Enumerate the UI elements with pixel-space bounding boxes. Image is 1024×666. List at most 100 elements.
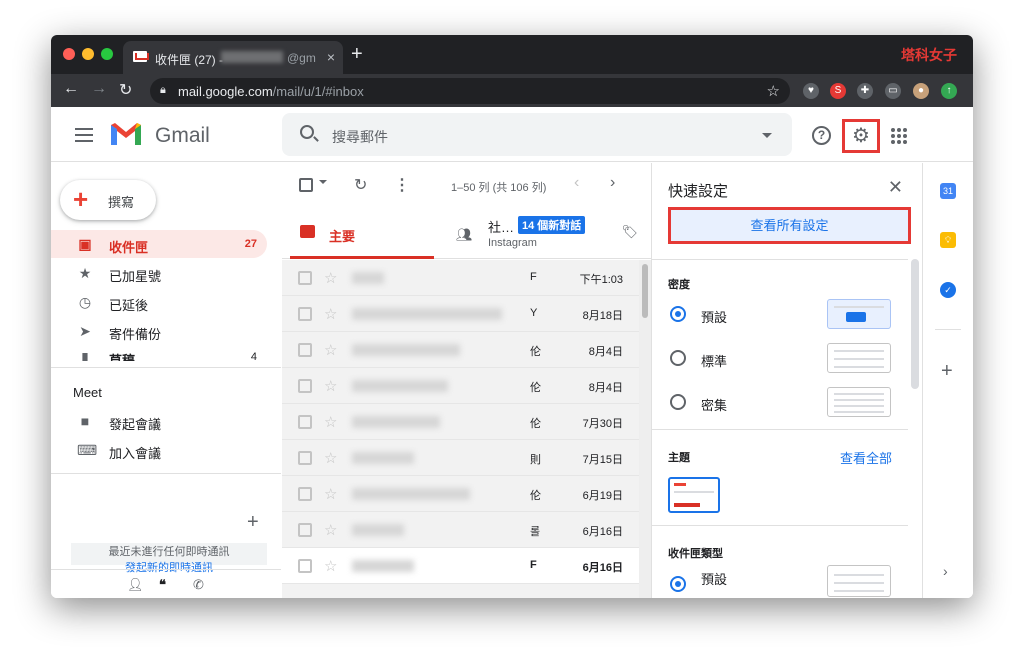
- table-row[interactable]: ☆ 伦 7月30日: [282, 404, 651, 440]
- close-icon[interactable]: ✕: [888, 177, 903, 198]
- omnibox[interactable]: 🔒︎ mail.google.com/mail/u/1/#inbox ☆: [150, 78, 790, 104]
- row-checkbox[interactable]: [298, 523, 312, 537]
- table-row[interactable]: ☆ 則 7月15日: [282, 440, 651, 476]
- back-icon[interactable]: ←: [63, 80, 79, 98]
- extension-s-icon[interactable]: S: [830, 83, 846, 99]
- main-menu-icon[interactable]: [75, 134, 93, 136]
- new-tab-button[interactable]: +: [351, 43, 363, 66]
- meet-item-label: 加入會議: [109, 446, 162, 461]
- meet-new-meeting[interactable]: ■ 發起會議: [51, 407, 267, 435]
- row-checkbox[interactable]: [298, 343, 312, 357]
- mail-scrollbar[interactable]: [639, 260, 651, 598]
- phone-icon[interactable]: ✆: [193, 577, 204, 593]
- hangouts-icon[interactable]: ❝: [159, 577, 166, 593]
- help-icon[interactable]: ?: [812, 126, 831, 145]
- calendar-icon[interactable]: 31: [940, 183, 956, 199]
- density-comfortable-radio[interactable]: [670, 350, 686, 366]
- expand-panel-icon[interactable]: ›: [943, 563, 948, 579]
- table-row[interactable]: ☆ 伦 8月4日: [282, 368, 651, 404]
- tasks-icon[interactable]: ✓: [940, 282, 956, 298]
- star-toggle-icon[interactable]: ☆: [324, 341, 337, 359]
- inbox-type-default-radio[interactable]: [670, 576, 686, 592]
- theme-view-all-link[interactable]: 查看全部: [840, 448, 892, 467]
- table-row[interactable]: ☆ F 6月16日: [282, 548, 651, 584]
- select-dropdown-icon[interactable]: [319, 180, 327, 184]
- theme-heading: 主題: [668, 452, 690, 464]
- hangouts-add-icon[interactable]: +: [247, 511, 259, 534]
- tab-primary[interactable]: 主要: [290, 207, 434, 259]
- table-row[interactable]: ☆ F 下午1:03: [282, 260, 651, 296]
- meet-join-meeting[interactable]: ⌨ 加入會議: [51, 436, 267, 464]
- tab-social[interactable]: 👥︎ 社… 14 個新對話 Instagram 🏷︎: [452, 207, 642, 259]
- quick-settings-scrollbar[interactable]: [911, 259, 919, 389]
- settings-gear-icon[interactable]: ⚙: [842, 119, 880, 153]
- star-toggle-icon[interactable]: ☆: [324, 377, 337, 395]
- sidebar-item-sent[interactable]: ➤ 寄件備份: [51, 317, 267, 345]
- minimize-window-button[interactable]: [82, 48, 94, 60]
- inbox-type-default-thumbnail[interactable]: [827, 565, 891, 597]
- update-icon[interactable]: ↑: [941, 83, 957, 99]
- sidebar-item-snoozed[interactable]: ◷ 已延後: [51, 288, 267, 316]
- row-checkbox[interactable]: [298, 487, 312, 501]
- close-tab-icon[interactable]: ×: [327, 49, 335, 65]
- density-compact-radio[interactable]: [670, 394, 686, 410]
- next-page-icon[interactable]: ›: [610, 174, 615, 192]
- prev-page-icon[interactable]: ‹: [574, 174, 579, 192]
- table-row[interactable]: ☆ 伦 6月19日: [282, 476, 651, 512]
- refresh-icon[interactable]: ↻: [354, 175, 367, 195]
- star-toggle-icon[interactable]: ☆: [324, 269, 337, 287]
- keyboard-icon: ⌨: [77, 442, 98, 458]
- sidebar-item-label: 已加星號: [109, 269, 162, 284]
- row-checkbox[interactable]: [298, 415, 312, 429]
- apps-grid-icon[interactable]: [891, 128, 907, 144]
- more-icon[interactable]: ⋮: [394, 175, 410, 195]
- density-compact-thumbnail[interactable]: [827, 387, 891, 417]
- keep-icon[interactable]: 💡︎: [940, 232, 956, 248]
- star-toggle-icon[interactable]: ☆: [324, 557, 337, 575]
- row-checkbox[interactable]: [298, 559, 312, 573]
- cast-icon[interactable]: ▭: [885, 83, 901, 99]
- mail-toolbar: ↻ ⋮ 1–50 列 (共 106 列) ‹ ›: [282, 163, 651, 207]
- star-toggle-icon[interactable]: ☆: [324, 449, 337, 467]
- sidebar-item-starred[interactable]: ★ 已加星號: [51, 259, 267, 287]
- star-toggle-icon[interactable]: ☆: [324, 521, 337, 539]
- inbox-type-default-label: 預設: [701, 572, 728, 587]
- row-checkbox[interactable]: [298, 379, 312, 393]
- star-toggle-icon[interactable]: ☆: [324, 413, 337, 431]
- search-input[interactable]: 搜尋郵件: [332, 127, 388, 147]
- density-default-radio[interactable]: [670, 306, 686, 322]
- density-comfortable-thumbnail[interactable]: [827, 343, 891, 373]
- table-row[interactable]: ☆ 롤 6月16日: [282, 512, 651, 548]
- table-row[interactable]: ☆ Y 8月18日: [282, 296, 651, 332]
- maximize-window-button[interactable]: [101, 48, 113, 60]
- select-all-checkbox[interactable]: [299, 178, 313, 192]
- star-toggle-icon[interactable]: ☆: [324, 305, 337, 323]
- row-checkbox[interactable]: [298, 451, 312, 465]
- theme-default-thumbnail[interactable]: [668, 477, 720, 513]
- row-checkbox[interactable]: [298, 307, 312, 321]
- compose-button[interactable]: + 撰寫: [60, 180, 156, 220]
- browser-tab-gmail[interactable]: 收件匣 (27) - @gm ×: [123, 41, 343, 74]
- view-all-settings-button[interactable]: 查看所有設定: [668, 207, 911, 244]
- quick-settings-title: 快速設定: [668, 183, 729, 200]
- search-options-icon[interactable]: [762, 133, 772, 138]
- puzzle-extensions-icon[interactable]: ✚: [857, 83, 873, 99]
- table-row[interactable]: ☆ 伦 8月4日: [282, 332, 651, 368]
- profile-avatar[interactable]: ●: [913, 83, 929, 99]
- search-bar[interactable]: 搜尋郵件: [282, 113, 792, 156]
- density-default-thumbnail[interactable]: [827, 299, 891, 329]
- pocket-extension-icon[interactable]: ♥: [803, 83, 819, 99]
- forward-icon[interactable]: →: [91, 80, 107, 98]
- reload-icon[interactable]: ↻: [119, 80, 132, 100]
- sidebar-item-inbox[interactable]: ▣ 收件匣 27: [51, 230, 267, 258]
- category-tabs: 主要 👥︎ 社… 14 個新對話 Instagram 🏷︎: [282, 207, 651, 259]
- address-bar-row: ← → ↻ 🔒︎ mail.google.com/mail/u/1/#inbox…: [51, 74, 973, 107]
- search-icon[interactable]: [300, 125, 314, 139]
- person-icon[interactable]: 👤︎: [127, 577, 144, 593]
- bookmark-star-icon[interactable]: ☆: [767, 82, 780, 100]
- get-addons-icon[interactable]: +: [941, 360, 953, 383]
- sidebar-item-drafts[interactable]: ▮ 草稿 4: [51, 343, 267, 361]
- close-window-button[interactable]: [63, 48, 75, 60]
- star-toggle-icon[interactable]: ☆: [324, 485, 337, 503]
- row-checkbox[interactable]: [298, 271, 312, 285]
